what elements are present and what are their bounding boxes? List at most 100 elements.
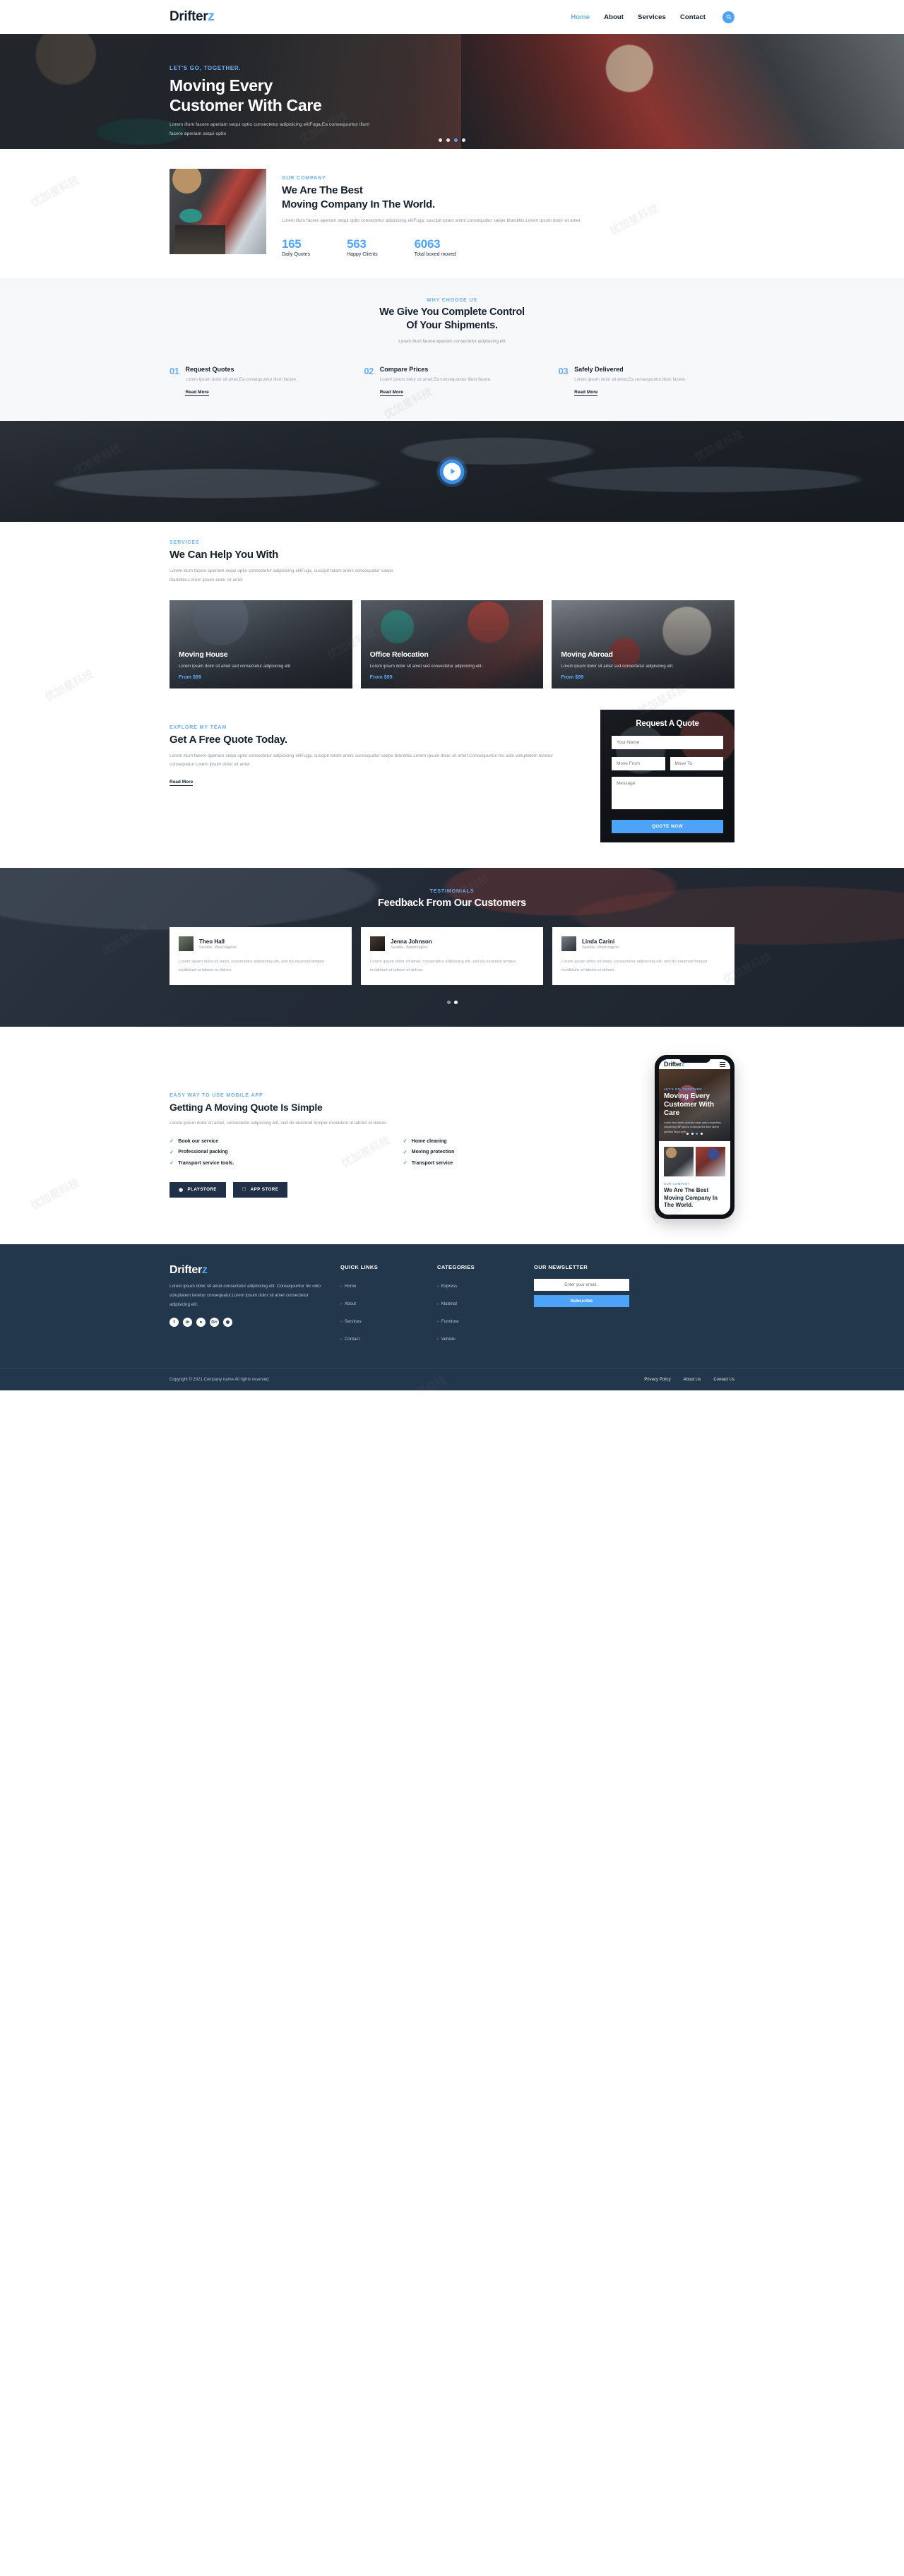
app-description: Lorem ipsum dolor sit amet, consectetur …	[170, 1120, 387, 1126]
facebook-icon[interactable]: f	[170, 1317, 179, 1327]
feature-label: Book our service	[178, 1138, 219, 1144]
service-card-moving-abroad[interactable]: Moving Abroad Lorem ipsum dolor sit amet…	[552, 600, 735, 689]
carousel-dot[interactable]	[439, 138, 442, 142]
why-item-title: Safely Delivered	[574, 365, 624, 373]
list-item: › About	[340, 1296, 422, 1308]
quote-description: Lorem illum facere aperiam sequi optio c…	[170, 753, 553, 768]
twitter-icon[interactable]: ●	[196, 1317, 206, 1327]
chevron-right-icon: ›	[437, 1284, 439, 1289]
service-card-office-relocation[interactable]: Office Relocation Lorem ipsum dolor sit …	[360, 600, 544, 689]
phone-hero-kicker: LET'S GO, TOGETHER	[664, 1087, 702, 1092]
service-card-title: Office Relocation	[369, 650, 429, 659]
carousel-dot[interactable]	[691, 1133, 694, 1135]
why-item-title: Compare Prices	[379, 365, 429, 373]
testimonial-name: Linda Carini	[582, 938, 615, 945]
phone-about-images	[664, 1147, 725, 1177]
service-card-moving-house[interactable]: Moving House Lorem ipsum dolor sit amet …	[170, 600, 352, 689]
hero-title: Moving Every Customer With Care	[170, 76, 734, 115]
footer-link-contact[interactable]: Contact	[345, 1337, 359, 1342]
google-plus-icon[interactable]: G+	[210, 1317, 219, 1327]
why-item-read-more[interactable]: Read More	[574, 390, 598, 397]
carousel-dot-active[interactable]	[454, 138, 458, 142]
chevron-right-icon: ›	[340, 1302, 342, 1307]
subscribe-button[interactable]: Subscribe	[534, 1295, 629, 1308]
footer-bottom-bar: Copyright © 2021.Company name All rights…	[0, 1368, 904, 1390]
why-item-read-more[interactable]: Read More	[379, 390, 404, 397]
newsletter-email-input[interactable]	[534, 1279, 629, 1292]
feature-item: ✓ Moving protection	[403, 1150, 637, 1155]
message-textarea[interactable]	[612, 777, 723, 810]
hero-subtitle: Lorem illum facere aperiam sequi optio c…	[170, 122, 369, 136]
social-links: f in ● G+ ◉	[170, 1317, 325, 1327]
nav-item-about[interactable]: About	[604, 13, 624, 21]
footer-logo[interactable]: Drifterz	[170, 1264, 325, 1277]
carousel-dot[interactable]	[686, 1133, 689, 1135]
testimonial-card: Linda Carini Seattle, Washington Lorem i…	[552, 927, 734, 986]
github-icon[interactable]: ◉	[223, 1317, 232, 1327]
phone-notch	[679, 1058, 710, 1063]
service-card-text: Lorem ipsum dolor sit amet sed consectet…	[369, 663, 484, 669]
footer-column-categories: CATEGORIES › Express › Material › Furniture…	[437, 1264, 518, 1349]
check-icon: ✓	[170, 1138, 174, 1145]
feature-item: ✓ Transport service	[403, 1160, 637, 1166]
stat-total-boxed: 6063 Total boxed moved	[415, 237, 456, 257]
footer-link-home[interactable]: Home	[345, 1284, 357, 1289]
testimonial-name: Theo Hall	[199, 938, 225, 945]
playstore-button[interactable]: ◉ PLAYSTORE	[170, 1181, 226, 1198]
testimonial-text: Lorem ipsum dolor sit amet, consectetur …	[370, 960, 516, 973]
footer-link-express[interactable]: Express	[441, 1284, 457, 1289]
quote-read-more[interactable]: Read More	[170, 780, 194, 786]
footer-about-us-link[interactable]: About Us	[684, 1378, 701, 1382]
why-title-line2: Of Your Shipments.	[406, 320, 498, 332]
nav-item-home[interactable]: Home	[571, 13, 590, 21]
footer-link-about[interactable]: About	[345, 1301, 356, 1306]
logo-text: Drifter	[170, 9, 208, 24]
carousel-dot-active[interactable]	[696, 1133, 698, 1135]
newsletter-heading: OUR NEWSLETTER	[534, 1264, 588, 1271]
footer-link-vehicle[interactable]: Vehicle	[441, 1337, 456, 1342]
search-icon[interactable]	[722, 11, 734, 23]
play-icon[interactable]	[443, 463, 461, 481]
phone-hero-title: Moving Every Customer With Care	[664, 1092, 715, 1118]
footer-privacy-policy-link[interactable]: Privacy Policy	[644, 1378, 670, 1382]
carousel-dot[interactable]	[700, 1133, 703, 1135]
linkedin-icon[interactable]: in	[183, 1317, 192, 1327]
stat-label: Daily Quotes	[282, 252, 311, 258]
testimonial-name: Jenna Johnson	[391, 938, 432, 945]
name-input[interactable]	[612, 736, 723, 750]
landing-page: Drifterz Home About Services Contact LET…	[0, 0, 904, 1391]
list-item: › Material	[437, 1296, 518, 1308]
nav-item-contact[interactable]: Contact	[680, 13, 706, 21]
footer-contact-us-link[interactable]: Contact Us	[713, 1378, 734, 1382]
why-title-line1: We Give You Complete Control	[379, 306, 525, 318]
list-item: › Contact	[340, 1331, 422, 1344]
move-to-input[interactable]	[670, 757, 723, 771]
about-title-line1: We Are The Best	[282, 184, 363, 196]
site-logo[interactable]: Drifterz	[170, 9, 215, 25]
carousel-dot[interactable]	[446, 138, 450, 142]
list-item: › Services	[340, 1313, 422, 1326]
quote-kicker: EXPLORE MY TEAM	[170, 725, 227, 731]
footer-link-services[interactable]: Services	[345, 1319, 362, 1324]
appstore-button[interactable]:  APP STORE	[232, 1181, 288, 1198]
quote-form-title: Request A Quote	[636, 720, 699, 729]
footer-link-material[interactable]: Material	[441, 1301, 457, 1306]
nav-item-services[interactable]: Services	[638, 13, 666, 21]
why-title: We Give You Complete Control Of Your Shi…	[170, 306, 734, 333]
hamburger-menu-icon[interactable]	[720, 1062, 725, 1067]
quote-now-button[interactable]: QUOTE NOW	[612, 820, 723, 834]
why-choose-us-section: WHY CHOOSE US We Give You Complete Contr…	[0, 278, 904, 422]
why-item-read-more[interactable]: Read More	[185, 390, 209, 397]
carousel-dot[interactable]	[462, 138, 465, 142]
chevron-right-icon: ›	[437, 1337, 439, 1342]
carousel-dot[interactable]	[446, 1001, 451, 1005]
services-description: Lorem illum facere aperiam sequi optio c…	[170, 568, 393, 583]
move-from-input[interactable]	[612, 757, 665, 771]
feature-item: ✓ Professional packing	[170, 1150, 403, 1155]
testimonials-title: Feedback From Our Customers	[378, 898, 526, 910]
carousel-dot-active[interactable]	[453, 1001, 458, 1005]
check-icon: ✓	[403, 1159, 408, 1167]
chevron-right-icon: ›	[340, 1320, 342, 1325]
footer-link-furniture[interactable]: Furniture	[441, 1319, 459, 1324]
phone-section-kicker: OUR COMPANY	[664, 1182, 691, 1186]
